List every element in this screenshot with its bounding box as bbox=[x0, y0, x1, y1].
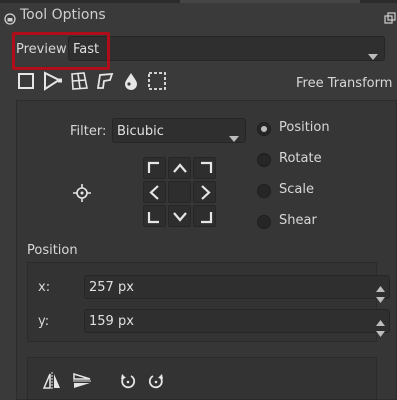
chevron-down-icon bbox=[229, 128, 239, 147]
radio-button[interactable] bbox=[257, 184, 271, 198]
y-label: y: bbox=[38, 314, 50, 329]
radio-button[interactable] bbox=[257, 153, 271, 167]
highlight-box bbox=[12, 32, 110, 70]
position-group: x: 257 px y: 159 px bbox=[27, 262, 390, 342]
spin-down-icon[interactable] bbox=[376, 288, 385, 307]
y-spinbox[interactable]: 159 px bbox=[84, 309, 390, 337]
warp-icon[interactable] bbox=[68, 70, 90, 92]
transform-mode-toolbar bbox=[16, 70, 176, 94]
docker-top-strip bbox=[0, 0, 397, 3]
radio-label-position: Position bbox=[279, 120, 330, 135]
radio-button-checked[interactable] bbox=[257, 122, 271, 136]
x-spinbox[interactable]: 257 px bbox=[84, 275, 390, 303]
spin-down-icon[interactable] bbox=[376, 322, 385, 341]
anchor-point-grid bbox=[143, 157, 217, 227]
tab-edge bbox=[180, 0, 360, 3]
tool-options-icon bbox=[4, 10, 16, 25]
crosshair-target-icon[interactable] bbox=[73, 184, 91, 202]
anchor-bottom-left[interactable] bbox=[143, 205, 166, 227]
docker-title: Tool Options bbox=[20, 7, 106, 23]
anchor-right[interactable] bbox=[193, 181, 216, 203]
anchor-top-right[interactable] bbox=[193, 157, 216, 179]
free-transform-icon[interactable] bbox=[16, 70, 38, 92]
float-window-icon[interactable] bbox=[384, 9, 396, 24]
flip-horizontal-icon[interactable] bbox=[42, 371, 62, 391]
rotate-cw-icon[interactable] bbox=[146, 371, 166, 391]
perspective-icon[interactable] bbox=[42, 70, 64, 92]
x-label: x: bbox=[38, 280, 51, 295]
anchor-center[interactable] bbox=[168, 181, 191, 203]
anchor-bottom[interactable] bbox=[168, 205, 191, 227]
anchor-top-left[interactable] bbox=[143, 157, 166, 179]
liquify-icon[interactable] bbox=[120, 70, 142, 92]
cage-icon[interactable] bbox=[94, 70, 116, 92]
flip-vertical-icon[interactable] bbox=[72, 371, 92, 391]
active-transform-mode-label: Free Transform bbox=[296, 76, 393, 91]
position-section-label: Position bbox=[27, 243, 78, 258]
rotate-ccw-icon[interactable] bbox=[118, 371, 138, 391]
radio-label-rotate: Rotate bbox=[279, 151, 322, 166]
filter-value: Bicubic bbox=[117, 124, 164, 139]
mesh-icon[interactable] bbox=[146, 70, 168, 92]
y-value: 159 px bbox=[89, 314, 134, 329]
filter-dropdown[interactable]: Bicubic bbox=[112, 118, 246, 143]
radio-button[interactable] bbox=[257, 215, 271, 229]
anchor-bottom-right[interactable] bbox=[193, 205, 216, 227]
chevron-down-icon bbox=[368, 46, 378, 65]
x-value: 257 px bbox=[89, 280, 134, 295]
anchor-top[interactable] bbox=[168, 157, 191, 179]
anchor-left[interactable] bbox=[143, 181, 166, 203]
filter-label: Filter: bbox=[70, 124, 107, 139]
radio-label-scale: Scale bbox=[279, 182, 314, 197]
preview-mode-dropdown[interactable]: Fast bbox=[68, 36, 385, 61]
radio-label-shear: Shear bbox=[279, 213, 317, 228]
